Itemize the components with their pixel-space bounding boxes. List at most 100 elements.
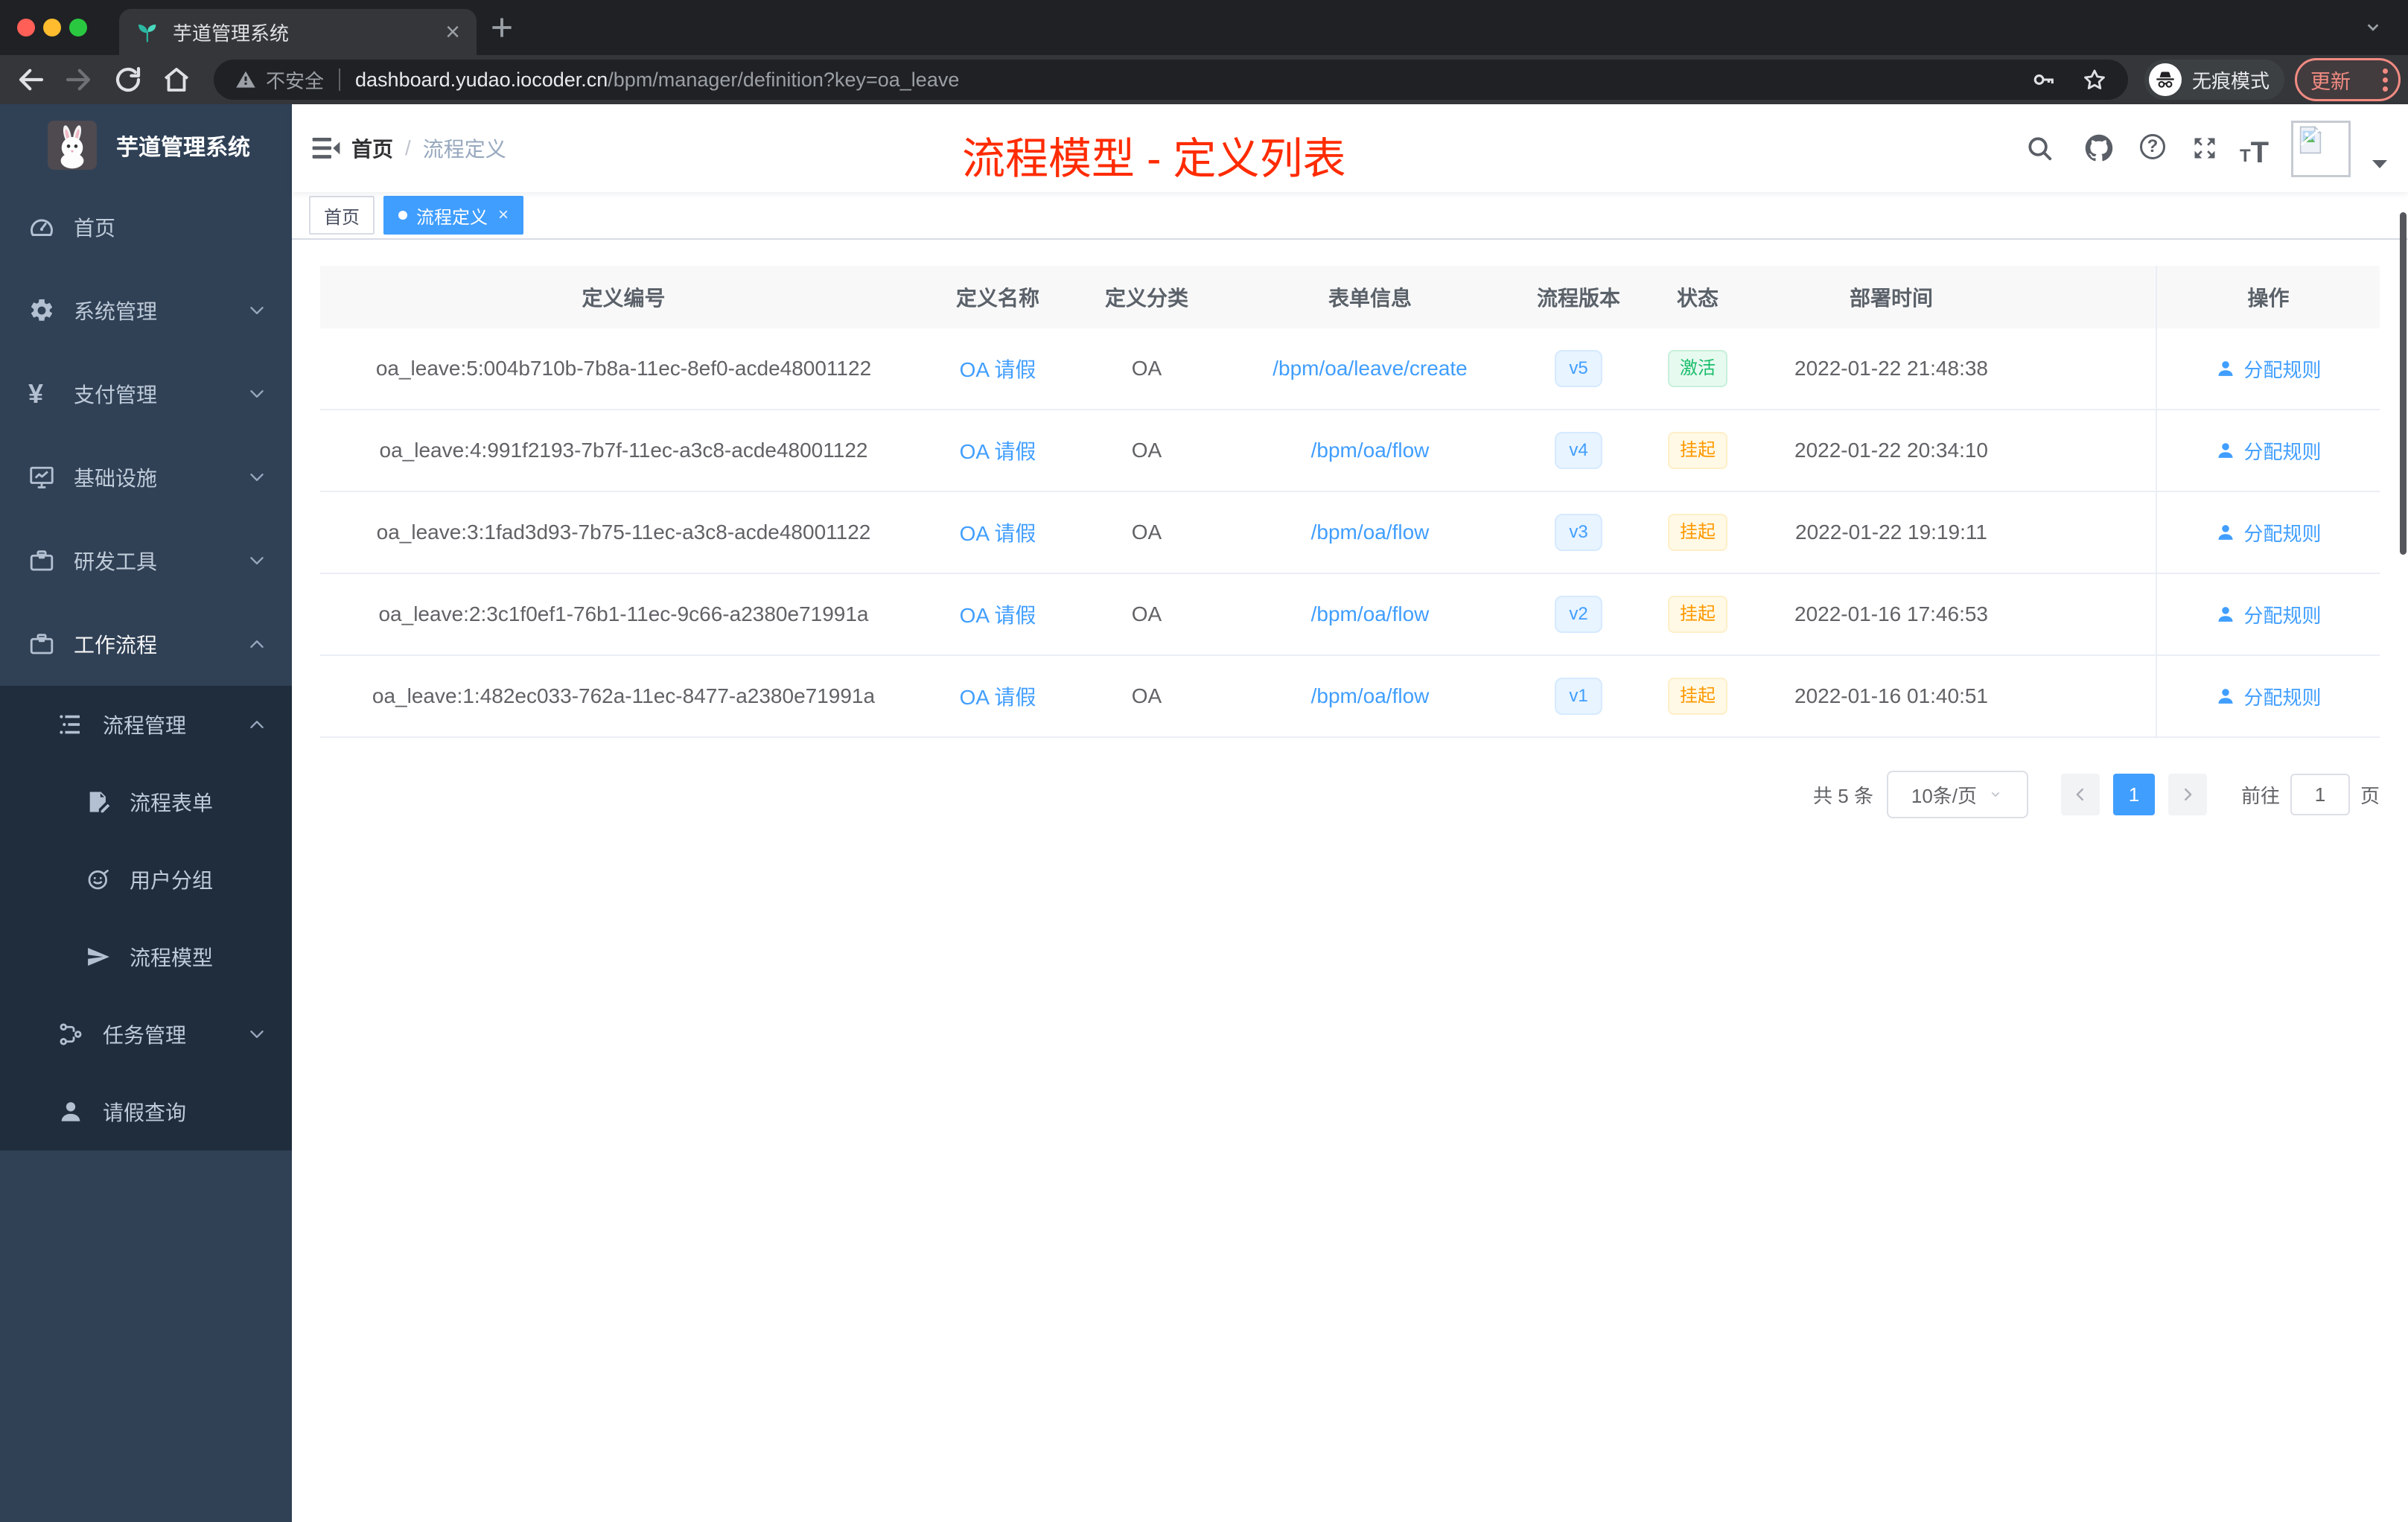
page-annotation: 流程模型 - 定义列表 <box>962 135 1346 183</box>
definition-name-link[interactable]: OA 请假 <box>927 410 1068 491</box>
breadcrumb-home[interactable]: 首页 <box>351 133 393 163</box>
new-tab-button[interactable] <box>488 13 516 42</box>
window-zoom-button[interactable] <box>69 19 87 36</box>
paper-plane-icon <box>86 944 111 969</box>
page-size-select[interactable]: 10条/页 <box>1886 771 2028 818</box>
incognito-icon <box>2149 63 2182 96</box>
person-icon <box>2215 358 2236 379</box>
sidebar-menu: 首页系统管理 ¥ 支付管理 基础设施研发工具工作流程 流程管理流程表单用户分组 流程模型任… <box>0 185 292 1150</box>
cell-status: 挂起 <box>1642 574 1754 655</box>
column-header-定义编号: 定义编号 <box>582 287 666 310</box>
not-secure-label[interactable]: 不安全 <box>266 66 324 94</box>
assign-rule-link[interactable]: 分配规则 <box>2215 355 2322 383</box>
sidebar-item-label: 支付管理 <box>74 383 158 407</box>
help-icon[interactable]: ? <box>2140 134 2168 162</box>
table-row: oa_leave:5:004b710b-7b8a-11ec-8ef0-acde4… <box>320 328 2380 410</box>
tag-process-definition[interactable]: 流程定义 × <box>383 196 524 235</box>
fullscreen-icon[interactable] <box>2191 134 2219 162</box>
tab-search-chevron-icon[interactable] <box>2362 19 2384 36</box>
page-content: 定义编号 定义名称 定义分类 表单信息 流程版本 状态 部署时间 操作 oa_leave:5:… <box>292 240 2408 818</box>
status-badge: 激活 <box>1668 350 1727 387</box>
tag-home[interactable]: 首页 <box>309 196 375 235</box>
definition-name-link[interactable]: OA 请假 <box>927 574 1068 655</box>
home-button[interactable] <box>161 64 192 95</box>
cell-category: OA <box>1131 602 1162 625</box>
page-number-button[interactable]: 1 <box>2112 774 2155 815</box>
address-bar[interactable]: 不安全 dashboard.yudao.iocoder.cn/bpm/manag… <box>214 60 2128 100</box>
tab-close-icon[interactable]: × <box>445 19 460 45</box>
reload-button[interactable] <box>112 64 144 95</box>
cell-category: OA <box>1131 439 1162 462</box>
sidebar-item-支付管理[interactable]: ¥ 支付管理 <box>0 352 292 436</box>
gear-icon <box>28 297 55 324</box>
forward-button[interactable] <box>63 64 94 95</box>
sidebar-item-研发工具[interactable]: 研发工具 <box>0 519 292 602</box>
sidebar-item-label: 研发工具 <box>74 550 158 573</box>
version-badge: v4 <box>1555 432 1602 469</box>
sidebar-item-label: 流程表单 <box>130 792 214 815</box>
browser-tab[interactable]: 芋道管理系统 × <box>119 9 477 55</box>
sidebar-item-流程管理[interactable]: 流程管理 <box>0 686 292 763</box>
cell-definition-id: oa_leave:5:004b710b-7b8a-11ec-8ef0-acde4… <box>375 357 872 380</box>
sidebar-item-流程表单[interactable]: 流程表单 <box>0 763 292 841</box>
avatar-caret-down-icon[interactable] <box>2371 158 2389 170</box>
cell-definition-id: oa_leave:4:991f2193-7b7f-11ec-a3c8-acde4… <box>379 439 868 462</box>
app-frame: 芋道管理系统 首页系统管理 ¥ 支付管理 基础设施研发工具工作流程 流程管理流程表单用户… <box>0 104 2408 1522</box>
definition-name-link[interactable]: OA 请假 <box>927 656 1068 736</box>
column-header-表单信息: 表单信息 <box>1328 287 1412 310</box>
cell-status: 挂起 <box>1642 410 1754 491</box>
font-size-icon[interactable]: TT <box>2240 137 2269 168</box>
cell-actions: 分配规则 <box>2156 492 2380 573</box>
password-key-icon[interactable] <box>2031 67 2057 92</box>
next-page-button[interactable] <box>2167 774 2207 815</box>
search-icon[interactable] <box>2025 134 2054 162</box>
prev-page-button[interactable] <box>2060 774 2100 815</box>
active-tag-dot <box>398 211 407 220</box>
status-badge: 挂起 <box>1668 596 1727 633</box>
assign-rule-link[interactable]: 分配规则 <box>2215 601 2322 628</box>
cell-filler <box>2029 492 2156 573</box>
sidebar-item-首页[interactable]: 首页 <box>0 185 292 269</box>
breadcrumb: 首页 / 流程定义 <box>351 104 506 192</box>
sidebar-item-工作流程[interactable]: 工作流程 <box>0 602 292 686</box>
github-icon[interactable] <box>2085 134 2113 162</box>
sidebar-item-请假查询[interactable]: 请假查询 <box>0 1073 292 1150</box>
sidebar-item-基础设施[interactable]: 基础设施 <box>0 436 292 519</box>
bookmark-star-icon[interactable] <box>2082 67 2107 92</box>
table-body: oa_leave:5:004b710b-7b8a-11ec-8ef0-acde4… <box>320 328 2380 738</box>
sidebar-collapse-icon[interactable] <box>310 133 342 164</box>
back-button[interactable] <box>16 64 47 95</box>
form-link[interactable]: /bpm/oa/leave/create <box>1225 328 1515 409</box>
page-scrollbar[interactable] <box>2400 212 2407 555</box>
column-header-定义分类: 定义分类 <box>1104 287 1188 310</box>
browser-update-menu-button[interactable]: 更新 <box>2295 58 2401 101</box>
user-avatar-broken-image[interactable] <box>2291 121 2351 177</box>
page-jump-input[interactable] <box>2290 774 2350 815</box>
window-close-button[interactable] <box>17 19 35 36</box>
toolbox-icon <box>28 547 55 574</box>
form-link[interactable]: /bpm/oa/flow <box>1225 574 1515 655</box>
table-header-row: 定义编号 定义名称 定义分类 表单信息 流程版本 状态 部署时间 操作 <box>320 266 2380 328</box>
form-link[interactable]: /bpm/oa/flow <box>1225 656 1515 736</box>
pagination: 共 5 条 10条/页 1 前往 页 <box>320 771 2380 818</box>
window-minimize-button[interactable] <box>43 19 61 36</box>
cell-filler <box>2029 328 2156 409</box>
tag-close-icon[interactable]: × <box>498 206 509 224</box>
assign-rule-link[interactable]: 分配规则 <box>2215 437 2322 465</box>
sidebar-item-流程模型[interactable]: 流程模型 <box>0 918 292 996</box>
cell-version: v2 <box>1515 574 1642 655</box>
assign-rule-link[interactable]: 分配规则 <box>2215 519 2322 547</box>
definition-name-link[interactable]: OA 请假 <box>927 492 1068 573</box>
definition-name-link[interactable]: OA 请假 <box>927 328 1068 409</box>
browser-menu-kebab-icon[interactable] <box>2383 68 2388 92</box>
sidebar-item-用户分组[interactable]: 用户分组 <box>0 841 292 918</box>
form-link[interactable]: /bpm/oa/flow <box>1225 410 1515 491</box>
assign-rule-link[interactable]: 分配规则 <box>2215 683 2322 710</box>
sidebar-item-任务管理[interactable]: 任务管理 <box>0 996 292 1073</box>
window-controls <box>17 19 87 36</box>
sidebar-item-label: 系统管理 <box>74 300 158 323</box>
sidebar-logo[interactable]: 芋道管理系统 <box>0 104 292 185</box>
sidebar: 芋道管理系统 首页系统管理 ¥ 支付管理 基础设施研发工具工作流程 流程管理流程表单用户… <box>0 104 292 1522</box>
sidebar-item-系统管理[interactable]: 系统管理 <box>0 269 292 352</box>
form-link[interactable]: /bpm/oa/flow <box>1225 492 1515 573</box>
